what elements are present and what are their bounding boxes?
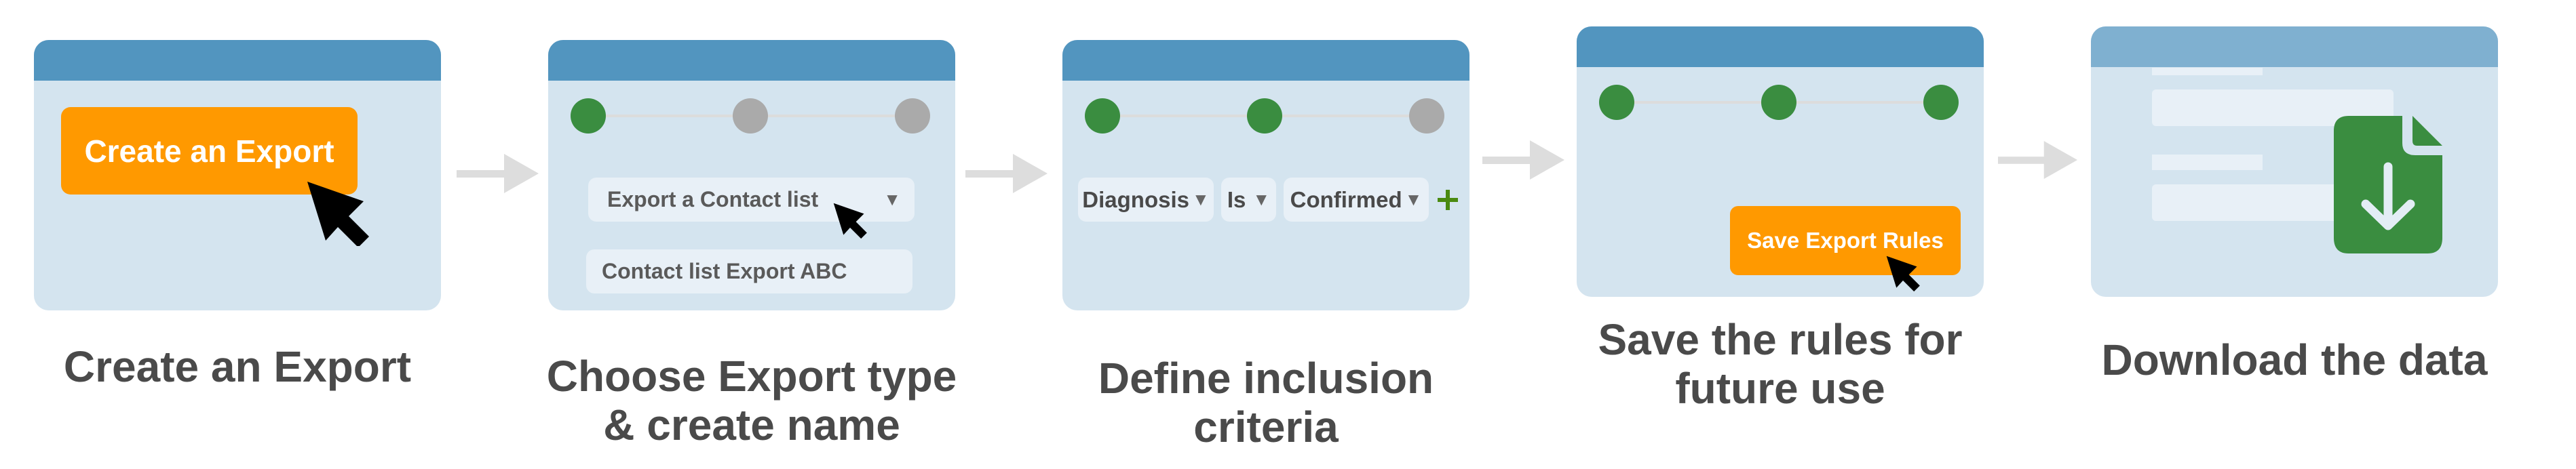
export-name-input[interactable]: Contact list Export ABC (586, 249, 912, 293)
dropdown-triangle-icon: ▼ (883, 189, 901, 209)
window-header (548, 40, 955, 81)
step-3-window: Diagnosis ▼ Is ▼ Confirmed ▼ (1062, 40, 1469, 310)
criteria-field-label: Diagnosis (1082, 186, 1189, 212)
step-dot-done (1247, 98, 1282, 134)
criteria-operator-label: Is (1227, 186, 1246, 212)
step-dot-done (1923, 85, 1959, 120)
step-1-window: Create an Export (34, 40, 441, 310)
window-header (1062, 40, 1469, 81)
progress-stepper (1085, 98, 1444, 134)
dropdown-triangle-icon: ▼ (1191, 189, 1210, 209)
placeholder-label (2152, 155, 2263, 170)
step-2-window: Export a Contact list ▼ Contact list Exp… (548, 40, 955, 310)
dropdown-triangle-icon: ▼ (1404, 189, 1423, 209)
window-header (2091, 26, 2498, 67)
export-name-value: Contact list Export ABC (602, 259, 847, 283)
step-dot-done (1599, 85, 1634, 120)
add-criteria-button[interactable] (1436, 178, 1460, 222)
window-header (1577, 26, 1984, 67)
step-4-window: Save Export Rules (1577, 26, 1984, 297)
criteria-operator-select[interactable]: Is ▼ (1221, 178, 1276, 222)
export-type-value: Export a Contact list (607, 187, 819, 211)
plus-icon (1438, 189, 1458, 210)
arrow-right-icon (965, 154, 1047, 193)
step-dot-done (571, 98, 606, 134)
criteria-value-label: Confirmed (1290, 186, 1402, 212)
step-5-window (2091, 26, 2498, 297)
save-export-rules-button[interactable]: Save Export Rules (1730, 206, 1961, 275)
dropdown-triangle-icon: ▼ (1252, 189, 1271, 209)
step-3-caption: Define inclusion criteria (1098, 354, 1434, 451)
step-dot-pending (733, 98, 768, 134)
step-2-caption: Choose Export type & create name (546, 352, 957, 449)
step-4-caption: Save the rules for future use (1598, 315, 1963, 413)
step-dot-pending (1409, 98, 1444, 134)
arrow-right-icon (1998, 140, 2078, 180)
step-5-caption: Download the data (2101, 335, 2488, 384)
criteria-value-select[interactable]: Confirmed ▼ (1284, 178, 1429, 222)
window-header (34, 40, 441, 81)
arrow-right-icon (457, 154, 539, 193)
cursor-icon (833, 203, 867, 239)
placeholder-label (2152, 68, 2263, 75)
cursor-icon (307, 182, 369, 246)
arrow-right-icon (1482, 140, 1564, 180)
criteria-field-select[interactable]: Diagnosis ▼ (1078, 178, 1214, 222)
step-1-caption: Create an Export (63, 342, 412, 391)
progress-stepper (1599, 85, 1959, 120)
step-dot-done (1761, 85, 1796, 120)
step-dot-pending (895, 98, 930, 134)
step-dot-done (1085, 98, 1120, 134)
cursor-icon (1886, 256, 1920, 291)
progress-stepper (571, 98, 930, 134)
file-download-icon[interactable] (2334, 116, 2442, 253)
